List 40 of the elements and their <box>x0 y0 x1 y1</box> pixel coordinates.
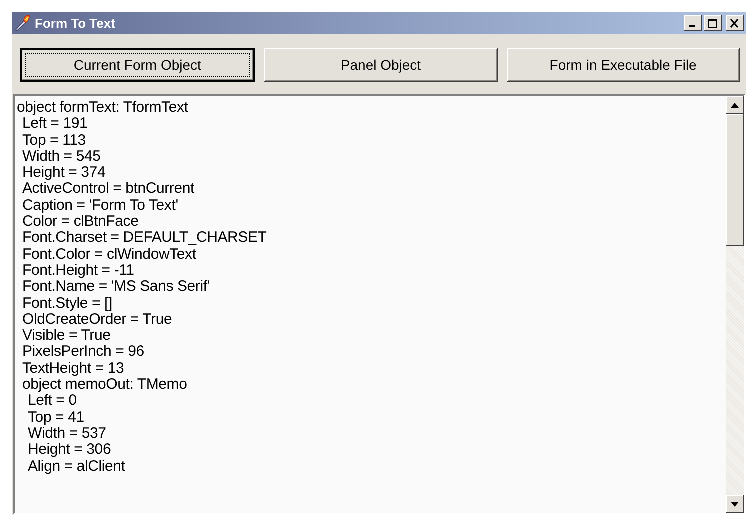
memo-line: Font.Style = [] <box>22 294 112 312</box>
close-icon <box>730 18 740 28</box>
down-arrow-icon <box>731 502 739 506</box>
memo-line: TextHeight = 13 <box>22 360 124 377</box>
memo-line: Color = clBtnFace <box>22 213 139 230</box>
memo-line: Visible = True <box>22 327 111 344</box>
memo-line: Top = 113 <box>22 132 86 149</box>
scroll-up-button[interactable] <box>726 96 744 114</box>
window-title: Form To Text <box>35 16 116 30</box>
memo-line: object memoOut: TMemo <box>22 376 188 394</box>
minimize-button[interactable] <box>684 15 702 31</box>
memo-line: Height = 374 <box>22 164 106 182</box>
scrollbar[interactable] <box>726 96 744 513</box>
minimize-icon <box>689 25 695 27</box>
up-arrow-icon <box>731 102 739 108</box>
memo-line: Width = 537 <box>28 424 106 442</box>
push-button[interactable]: Form in Executable File <box>506 48 740 82</box>
memo-line: OldCreateOrder = True <box>22 310 172 328</box>
memo-line: Top = 41 <box>28 408 84 426</box>
memo-line: ActiveControl = btnCurrent <box>22 180 194 198</box>
memo-line: Font.Color = clWindowText <box>22 246 196 263</box>
memo-line: Left = 191 <box>22 115 88 132</box>
close-button[interactable] <box>726 15 744 31</box>
scroll-down-button[interactable] <box>726 495 744 513</box>
memo-line: Width = 545 <box>22 148 101 165</box>
push-button[interactable]: Panel Object <box>264 48 498 82</box>
memo-line: Left = 0 <box>28 392 77 410</box>
torch-icon <box>14 14 32 32</box>
memo-line: Font.Charset = DEFAULT_CHARSET <box>22 229 267 246</box>
memo-line: Height = 306 <box>28 441 112 458</box>
memo-line: PixelsPerInch = 96 <box>22 343 144 360</box>
scroll-thumb[interactable] <box>726 114 744 246</box>
memo-line: Font.Name = 'MS Sans Serif' <box>22 278 210 296</box>
memo-line: object formText: TformText <box>17 99 188 116</box>
memo-line: Caption = 'Form To Text' <box>22 196 178 214</box>
memo-line: Font.Height = -11 <box>22 262 134 279</box>
maximize-icon <box>708 18 718 28</box>
memo-line: Align = alClient <box>28 458 126 475</box>
maximize-button[interactable] <box>704 15 722 31</box>
push-button[interactable]: Current Form Object <box>20 48 256 82</box>
